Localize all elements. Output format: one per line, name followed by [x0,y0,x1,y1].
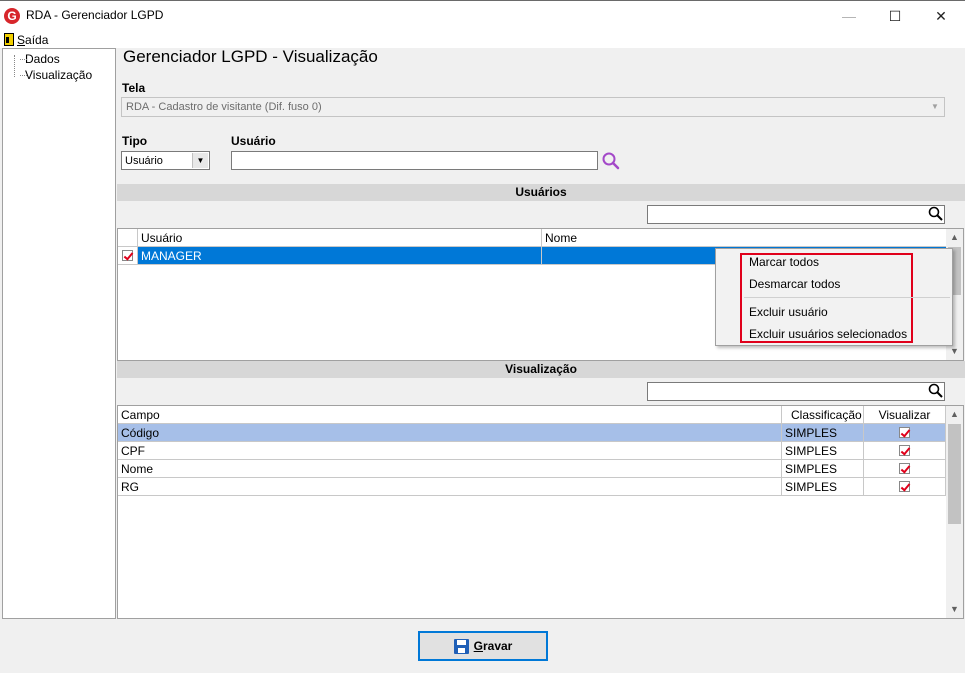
tipo-label: Tipo [122,134,148,148]
checkmark-icon [899,445,910,456]
exit-door-icon [4,33,14,46]
checkmark-icon [899,463,910,474]
menu-bar: Saída [0,31,965,48]
field-cell-campo: Nome [118,460,782,478]
users-search-input[interactable] [647,205,945,224]
chevron-down-icon: ▼ [927,99,943,115]
search-icon[interactable] [927,382,945,400]
tipo-select[interactable]: Usuário ▼ [121,151,210,170]
fields-grid[interactable]: Campo Classificação Visualizar Código SI… [117,405,964,619]
chevron-down-icon: ▼ [192,153,208,168]
tree-item-dados[interactable]: Dados [20,52,60,66]
users-section-header: Usuários [117,184,965,201]
scroll-thumb[interactable] [948,424,961,524]
save-button[interactable]: Gravar [418,631,548,661]
tela-label: Tela [122,81,146,95]
fields-col-classificacao[interactable]: Classificação [782,406,864,424]
menu-exit-label: Saída [17,32,49,47]
page-title: Gerenciador LGPD - Visualização [123,47,378,66]
users-grid-corner [118,229,138,247]
title-bar: G RDA - Gerenciador LGPD — ☐ ✕ [0,0,965,31]
app-logo-icon: G [4,8,20,24]
fields-col-campo[interactable]: Campo [118,406,782,424]
tree-item-visualizacao[interactable]: Visualização [19,68,92,82]
checkmark-icon [899,427,910,438]
checkmark-icon [899,481,910,492]
scroll-down-icon[interactable]: ▼ [946,601,963,618]
tipo-select-value: Usuário [125,155,163,167]
tela-select-value: RDA - Cadastro de visitante (Dif. fuso 0… [126,101,322,113]
tela-select[interactable]: RDA - Cadastro de visitante (Dif. fuso 0… [121,97,945,117]
navigation-tree: Dados Visualização [2,48,116,619]
checkmark-icon [122,250,133,261]
table-row[interactable]: CPF SIMPLES [118,442,946,460]
menu-item-desmarcar-todos[interactable]: Desmarcar todos [749,277,840,291]
users-col-usuario[interactable]: Usuário [138,229,542,247]
menu-item-excluir-usuario[interactable]: Excluir usuário [749,305,828,319]
field-cell-campo: Código [118,424,782,442]
maximize-button[interactable]: ☐ [872,1,918,31]
fields-col-visualizar[interactable]: Visualizar [864,406,946,424]
close-button[interactable]: ✕ [918,1,964,31]
menu-item-marcar-todos[interactable]: Marcar todos [749,255,819,269]
menu-exit[interactable]: Saída [4,31,48,48]
field-cell-classificacao: SIMPLES [782,478,864,496]
field-cell-classificacao: SIMPLES [782,424,864,442]
table-row[interactable]: Nome SIMPLES [118,460,946,478]
field-cell-campo: RG [118,478,782,496]
fields-scrollbar[interactable]: ▲ ▼ [946,406,963,618]
menu-item-excluir-selecionados[interactable]: Excluir usuários selecionados [749,327,907,341]
context-menu: Marcar todos Desmarcar todos Excluir usu… [715,248,953,346]
scroll-up-icon[interactable]: ▲ [946,229,963,246]
save-button-label: Gravar [473,639,513,653]
minimize-button[interactable]: — [826,1,872,31]
menu-separator [744,297,950,298]
scroll-up-icon[interactable]: ▲ [946,406,963,423]
usuario-label: Usuário [231,134,276,148]
table-row[interactable]: Código SIMPLES [118,424,946,442]
field-cell-classificacao: SIMPLES [782,460,864,478]
field-cell-visualizar[interactable] [864,424,946,442]
field-cell-visualizar[interactable] [864,478,946,496]
table-row[interactable]: RG SIMPLES [118,478,946,496]
floppy-disk-icon [453,638,469,654]
row-checkbox[interactable] [118,247,138,265]
usuario-input[interactable] [231,151,598,170]
fields-search-input[interactable] [647,382,945,401]
tree-connector [14,55,15,77]
field-cell-visualizar[interactable] [864,442,946,460]
users-col-nome[interactable]: Nome [542,229,947,247]
window-title: RDA - Gerenciador LGPD [26,8,164,22]
field-cell-campo: CPF [118,442,782,460]
field-cell-visualizar[interactable] [864,460,946,478]
search-icon[interactable] [601,151,621,171]
user-cell-usuario: MANAGER [138,247,542,265]
fields-section-header: Visualização [117,361,965,378]
search-icon[interactable] [927,205,945,223]
field-cell-classificacao: SIMPLES [782,442,864,460]
